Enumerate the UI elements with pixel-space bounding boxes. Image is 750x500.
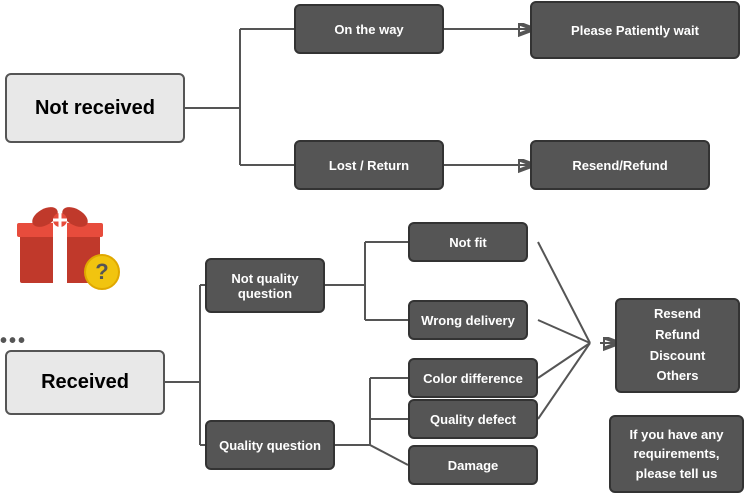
question-mark-badge: ? <box>84 254 120 290</box>
received-node: Received <box>5 350 165 415</box>
resend-options-node: Resend Refund Discount Others <box>615 298 740 393</box>
color-difference-node: Color difference <box>408 358 538 398</box>
quality-question-node: Quality question <box>205 420 335 470</box>
not-received-node: Not received <box>5 73 185 143</box>
on-the-way-node: On the way <box>294 4 444 54</box>
not-fit-node: Not fit <box>408 222 528 262</box>
gift-icon-area: ? <box>10 190 140 300</box>
lost-return-node: Lost / Return <box>294 140 444 190</box>
quality-defect-node: Quality defect <box>408 399 538 439</box>
requirements-node: If you have any requirements, please tel… <box>609 415 744 493</box>
damage-node: Damage <box>408 445 538 485</box>
resend-refund-top-node: Resend/Refund <box>530 140 710 190</box>
not-quality-node: Not quality question <box>205 258 325 313</box>
wrong-delivery-node: Wrong delivery <box>408 300 528 340</box>
please-wait-node: Please Patiently wait <box>530 1 740 59</box>
